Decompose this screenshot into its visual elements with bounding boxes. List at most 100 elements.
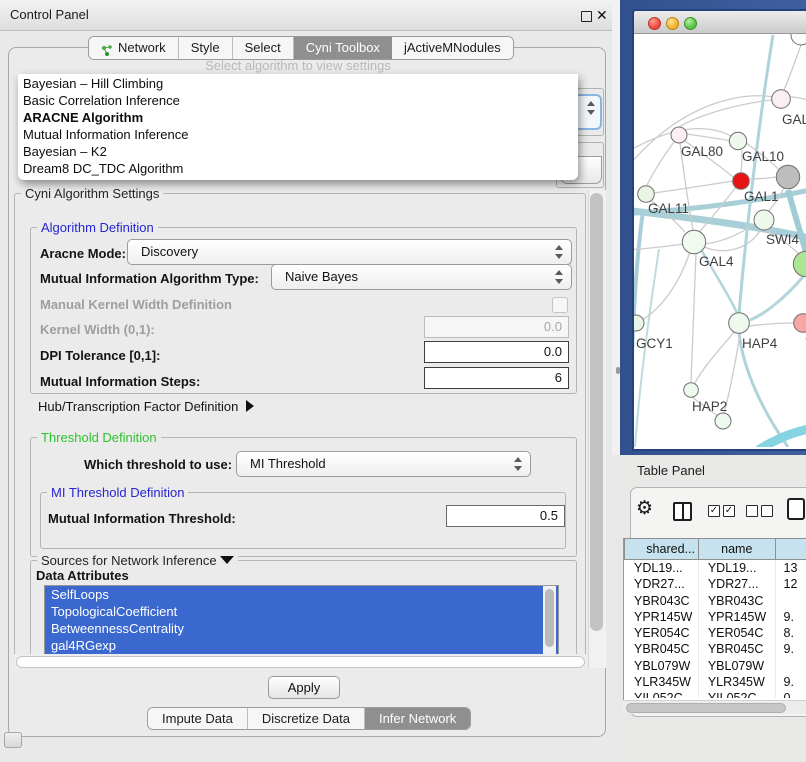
apply-button[interactable]: Apply <box>268 676 340 699</box>
table-cell[interactable]: YER054C <box>699 625 776 641</box>
network-canvas[interactable]: GALGAL80GAL10GAL1GAL11SWI4GAL4GCY1HAP4YH… <box>634 34 806 447</box>
checked-checkbox-icon[interactable]: ✓ <box>708 505 720 517</box>
network-node[interactable] <box>793 251 806 276</box>
table-row[interactable]: YDL19...YDL19...13 <box>624 560 806 576</box>
network-node-swi4[interactable] <box>754 210 774 230</box>
table-cell[interactable]: 9. <box>776 674 806 690</box>
sources-group-title[interactable]: Sources for Network Inference <box>37 553 238 568</box>
mi-threshold-field[interactable]: 0.5 <box>446 505 565 527</box>
table-cell[interactable]: YLR345W <box>624 674 699 690</box>
kernel-width-field[interactable]: 0.0 <box>424 316 569 338</box>
table-cell[interactable]: YBR045C <box>699 641 776 657</box>
table-row[interactable]: YER054CYER054C8. <box>624 625 806 641</box>
column-layout-icon[interactable] <box>673 502 692 521</box>
algorithm-combo-placeholder[interactable]: Select algorithm to view settings <box>18 58 578 73</box>
algorithm-option[interactable]: Bayesian – Hill Climbing <box>18 75 578 92</box>
which-threshold-combo[interactable]: MI Threshold <box>236 451 531 477</box>
table-row[interactable]: YBR043CYBR043C <box>624 593 806 609</box>
network-edge[interactable] <box>749 323 794 326</box>
network-node-gal10[interactable] <box>729 132 746 149</box>
network-node-gal11[interactable] <box>638 186 655 203</box>
aracne-mode-combo[interactable]: Discovery <box>127 239 572 265</box>
tab-cyni-toolbox[interactable]: Cyni Toolbox <box>294 37 392 59</box>
attributes-scrollbar-thumb[interactable] <box>545 589 554 647</box>
attribute-list-item[interactable]: SelfLoops <box>45 586 558 603</box>
algorithm-option[interactable]: Mutual Information Inference <box>18 126 578 143</box>
network-node-gal80[interactable] <box>671 127 687 143</box>
tab-select[interactable]: Select <box>233 37 294 59</box>
network-node[interactable] <box>776 165 799 188</box>
checked-checkbox-icon[interactable]: ✓ <box>723 505 735 517</box>
network-node-gcy1[interactable] <box>634 315 644 331</box>
tab-network[interactable]: Network <box>89 37 179 59</box>
manual-kernel-checkbox[interactable] <box>552 297 568 313</box>
close-traffic-light-icon[interactable] <box>648 17 661 30</box>
dpi-tolerance-field[interactable]: 0.0 <box>424 341 569 363</box>
table-cell[interactable]: YBR043C <box>624 593 699 609</box>
table-cell[interactable]: 8. <box>776 625 806 641</box>
tab-style[interactable]: Style <box>179 37 233 59</box>
table-cell[interactable]: YPR145W <box>699 609 776 625</box>
table-cell[interactable]: 13 <box>776 560 806 576</box>
network-node-gal1[interactable] <box>733 173 750 190</box>
table-cell[interactable]: 12 <box>776 576 806 592</box>
table-cell[interactable]: YBR043C <box>699 593 776 609</box>
algorithm-option[interactable]: Basic Correlation Inference <box>18 92 578 109</box>
table-cell[interactable]: 0. <box>776 690 806 698</box>
tab-discretize-data[interactable]: Discretize Data <box>248 708 365 729</box>
algorithm-option[interactable]: ARACNE Algorithm <box>18 109 578 126</box>
table-cell[interactable]: YDR27... <box>699 576 776 592</box>
table-cell[interactable]: YDL19... <box>699 560 776 576</box>
table-cell[interactable]: YIL052C <box>699 690 776 698</box>
table-cell[interactable]: YER054C <box>624 625 699 641</box>
table-row[interactable]: YBR045CYBR045C9. <box>624 641 806 657</box>
table-cell[interactable]: 9. <box>776 641 806 657</box>
mi-type-combo[interactable]: Naive Bayes <box>271 264 572 290</box>
network-edge[interactable] <box>691 254 696 382</box>
network-edge[interactable] <box>704 229 761 251</box>
table-row[interactable]: YBL079WYBL079W <box>624 658 806 674</box>
table-row[interactable]: YLR345WYLR345W9. <box>624 674 806 690</box>
network-node-hap2[interactable] <box>684 383 699 398</box>
algorithm-option[interactable]: Bayesian – K2 <box>18 143 578 160</box>
network-edge[interactable] <box>687 134 730 141</box>
table-cell[interactable]: YDL19... <box>624 560 699 576</box>
table-cell[interactable] <box>776 593 806 609</box>
table-cell[interactable] <box>776 658 806 674</box>
network-node-y[interactable] <box>794 314 806 333</box>
network-edge[interactable] <box>695 331 735 383</box>
network-node-gal4[interactable] <box>682 230 705 253</box>
mi-steps-field[interactable]: 6 <box>424 367 569 389</box>
algorithm-option[interactable]: Dream8 DC_TDC Algorithm <box>18 160 578 177</box>
attribute-list-item[interactable]: BetweennessCentrality <box>45 620 558 637</box>
attribute-list-item[interactable]: TopologicalCoefficient <box>45 603 558 620</box>
network-node[interactable] <box>715 413 731 429</box>
column-header-cut[interactable] <box>776 538 806 560</box>
table-row[interactable]: YPR145WYPR145W9. <box>624 609 806 625</box>
table-cell[interactable]: YIL052C <box>624 690 699 698</box>
minimize-traffic-light-icon[interactable] <box>666 17 679 30</box>
network-edge[interactable] <box>647 142 674 185</box>
table-cell[interactable]: YLR345W <box>699 674 776 690</box>
table-cell[interactable]: 9. <box>776 609 806 625</box>
network-edge[interactable] <box>790 97 806 102</box>
close-icon[interactable]: ✕ <box>596 5 608 25</box>
network-node-hap4[interactable] <box>729 313 750 334</box>
unchecked-checkbox-icon[interactable] <box>761 505 773 517</box>
table-cell[interactable]: YBL079W <box>699 658 776 674</box>
network-node-gal[interactable] <box>772 90 791 109</box>
obscured-focused-combo[interactable] <box>574 94 602 130</box>
table-horizontal-scrollbar-thumb[interactable] <box>626 703 786 713</box>
attribute-list-item[interactable]: gal4RGexp <box>45 637 558 654</box>
network-edge[interactable] <box>750 277 803 320</box>
export-table-icon[interactable] <box>787 498 805 520</box>
table-row[interactable]: YIL052CYIL052C0. <box>624 690 806 698</box>
float-window-icon[interactable] <box>581 11 592 22</box>
table-cell[interactable]: YBL079W <box>624 658 699 674</box>
table-row[interactable]: YDR27...YDR27...12 <box>624 576 806 592</box>
table-cell[interactable]: YPR145W <box>624 609 699 625</box>
hub-definition-toggle[interactable]: Hub/Transcription Factor Definition <box>38 399 254 414</box>
network-edge[interactable] <box>788 190 806 259</box>
table-cell[interactable]: YBR045C <box>624 641 699 657</box>
tab-infer-network[interactable]: Infer Network <box>365 708 470 729</box>
